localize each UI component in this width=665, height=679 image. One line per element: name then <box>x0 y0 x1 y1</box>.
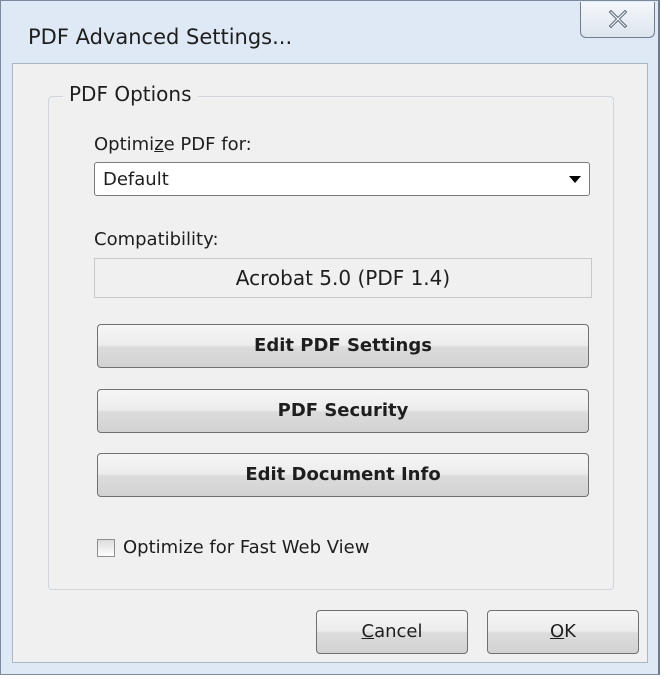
dialog-client-area: PDF Options Optimize PDF for: Default Co… <box>12 63 648 663</box>
close-button[interactable] <box>580 2 655 38</box>
compatibility-value: Acrobat 5.0 (PDF 1.4) <box>94 258 592 298</box>
ok-button[interactable]: OK <box>487 610 639 654</box>
optimize-pdf-select[interactable]: Default <box>94 162 590 196</box>
pdf-options-group: PDF Options Optimize PDF for: Default Co… <box>48 82 614 590</box>
fast-web-view-checkbox[interactable] <box>97 539 115 557</box>
close-x-icon <box>608 10 628 28</box>
access-key-o: O <box>550 621 565 642</box>
cancel-button[interactable]: Cancel <box>316 610 468 654</box>
pdf-advanced-settings-dialog: PDF Advanced Settings... PDF Options Opt… <box>0 0 660 675</box>
fast-web-view-label[interactable]: Optimize for Fast Web View <box>123 537 369 558</box>
title-bar[interactable]: PDF Advanced Settings... <box>1 1 658 63</box>
optimize-pdf-selected-value: Default <box>103 169 169 190</box>
pdf-options-legend: PDF Options <box>63 82 198 106</box>
access-key-z: z <box>154 134 164 155</box>
window-title: PDF Advanced Settings... <box>28 25 293 49</box>
access-key-c: C <box>361 621 375 642</box>
edit-pdf-settings-button[interactable]: Edit PDF Settings <box>97 324 589 368</box>
pdf-security-button[interactable]: PDF Security <box>97 389 589 433</box>
optimize-pdf-label: Optimize PDF for: <box>94 134 252 155</box>
dropdown-arrow-icon[interactable] <box>569 176 581 183</box>
compatibility-label: Compatibility: <box>94 229 219 250</box>
edit-document-info-button[interactable]: Edit Document Info <box>97 453 589 497</box>
